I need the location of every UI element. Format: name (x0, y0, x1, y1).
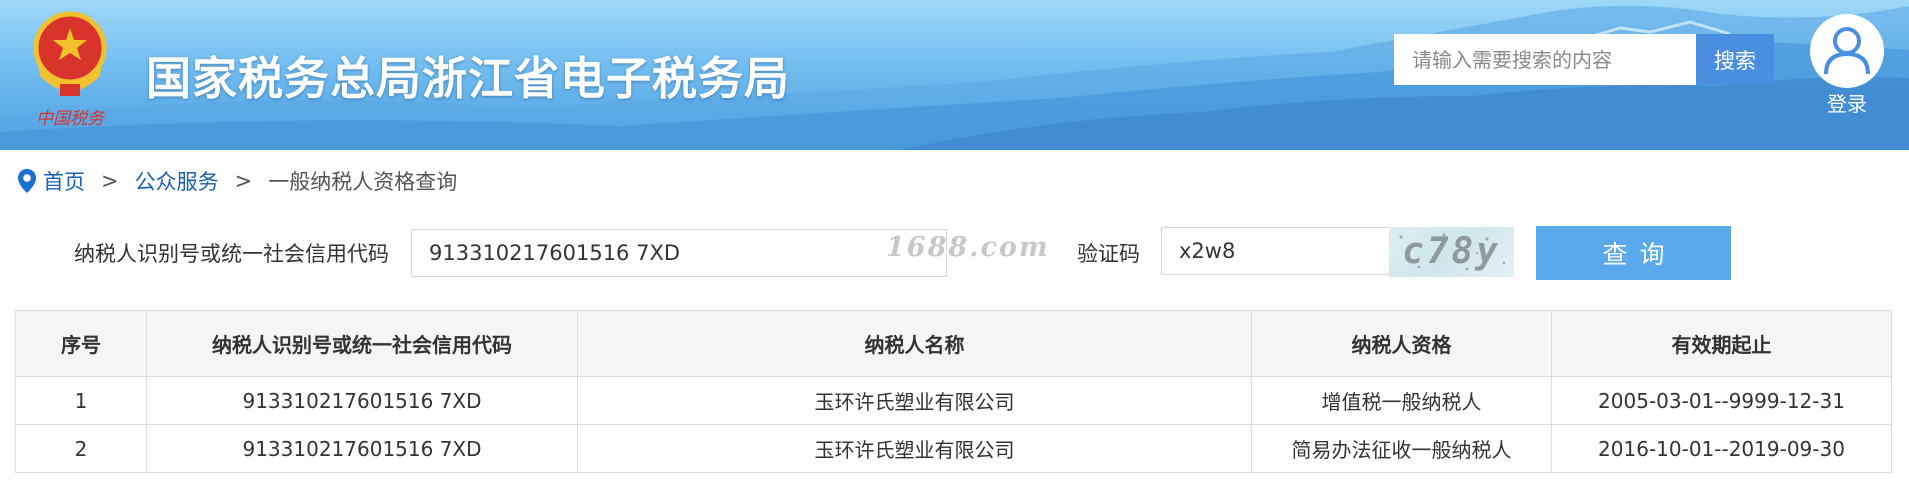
cell-index: 2 (15, 424, 147, 473)
taxpayer-code-label: 纳税人识别号或统一社会信用代码 (74, 242, 389, 266)
query-button[interactable]: 查询 (1536, 226, 1731, 280)
table-header-row: 序号 纳税人识别号或统一社会信用代码 纳税人名称 纳税人资格 有效期起止 (15, 310, 1892, 377)
table-row: 2 913310217601516 7XD 玉环许氏塑业有限公司 简易办法征收一… (15, 424, 1892, 473)
breadcrumb-home-link[interactable]: 首页 (43, 166, 85, 196)
captcha-label: 验证码 (1077, 242, 1140, 266)
breadcrumb-separator: > (101, 169, 119, 193)
cell-name: 玉环许氏塑业有限公司 (577, 424, 1252, 473)
tax-emblem-icon: 中国税务 (33, 11, 107, 129)
captcha-text: c78y (1402, 231, 1501, 272)
login-avatar-button[interactable] (1810, 14, 1884, 88)
column-header-validity: 有效期起止 (1551, 310, 1892, 377)
captcha-image[interactable]: c78y (1389, 227, 1514, 277)
column-header-name: 纳税人名称 (577, 310, 1252, 377)
header-banner: 中国税务 国家税务总局浙江省电子税务局 搜索 登录 (0, 0, 1909, 150)
table-row: 1 913310217601516 7XD 玉环许氏塑业有限公司 增值税一般纳税… (15, 376, 1892, 425)
site-title: 国家税务总局浙江省电子税务局 (146, 52, 791, 105)
search-button[interactable]: 搜索 (1696, 34, 1774, 85)
column-header-index: 序号 (15, 310, 147, 377)
breadcrumb: 首页 > 公众服务 > 一般纳税人资格查询 (17, 165, 457, 197)
cell-index: 1 (15, 376, 147, 425)
cell-code: 913310217601516 7XD (146, 424, 578, 473)
breadcrumb-separator: > (234, 169, 253, 193)
user-icon (1824, 27, 1870, 75)
site-search-input[interactable] (1394, 34, 1696, 85)
captcha-input[interactable] (1161, 227, 1391, 275)
breadcrumb-current-page: 一般纳税人资格查询 (268, 170, 458, 194)
result-table: 序号 纳税人识别号或统一社会信用代码 纳税人名称 纳税人资格 有效期起止 1 9… (15, 310, 1892, 473)
location-pin-icon (18, 169, 36, 193)
cell-qualification: 增值税一般纳税人 (1251, 376, 1552, 425)
cell-validity: 2016-10-01--2019-09-30 (1551, 424, 1892, 473)
cell-qualification: 简易办法征收一般纳税人 (1251, 424, 1552, 473)
taxpayer-code-input[interactable] (411, 229, 947, 277)
column-header-qualification: 纳税人资格 (1251, 310, 1552, 377)
watermark-text: 1688.com (886, 232, 1050, 263)
column-header-code: 纳税人识别号或统一社会信用代码 (146, 310, 578, 377)
cell-name: 玉环许氏塑业有限公司 (577, 376, 1252, 425)
login-link[interactable]: 登录 (1810, 88, 1884, 117)
cell-validity: 2005-03-01--9999-12-31 (1551, 376, 1892, 425)
cell-code: 913310217601516 7XD (146, 376, 578, 425)
breadcrumb-public-services-link[interactable]: 公众服务 (135, 166, 219, 196)
emblem-caption: 中国税务 (36, 109, 106, 129)
